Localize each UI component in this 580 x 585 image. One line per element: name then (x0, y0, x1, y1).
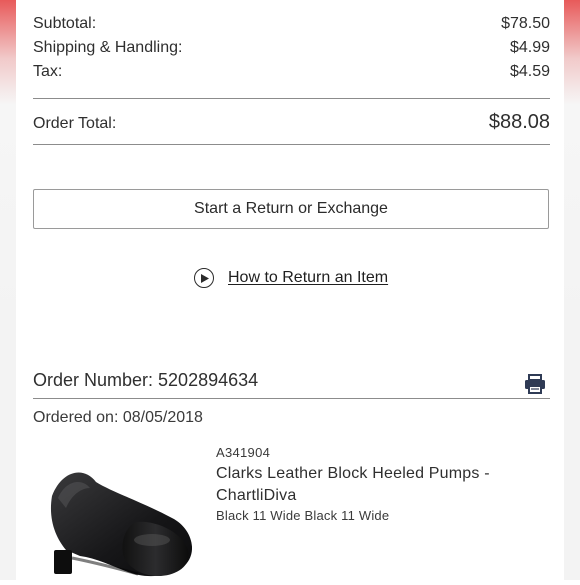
product-variant: Black 11 Wide Black 11 Wide (216, 508, 390, 523)
start-return-button[interactable]: Start a Return or Exchange (33, 189, 549, 229)
product-image[interactable] (32, 458, 193, 580)
printer-icon[interactable] (524, 374, 546, 394)
product-sku: A341904 (216, 445, 271, 460)
right-edge-decoration (564, 0, 580, 580)
total-divider (33, 144, 550, 145)
tax-row: Tax: $4.59 (33, 63, 550, 81)
play-circle-icon[interactable] (194, 268, 214, 288)
order-details-panel: Subtotal: $78.50 Shipping & Handling: $4… (16, 0, 564, 580)
order-total-row: Order Total: $88.08 (33, 111, 550, 134)
subtotal-label: Subtotal: (33, 15, 97, 32)
summary-divider (33, 98, 550, 99)
product-name-link[interactable]: Clarks Leather Block Heeled Pumps - Char… (216, 463, 536, 507)
left-edge-decoration (0, 0, 16, 580)
tax-value: $4.59 (509, 63, 550, 80)
shipping-value: $4.99 (509, 39, 550, 56)
shipping-label: Shipping & Handling: (33, 39, 183, 56)
subtotal-row: Subtotal: $78.50 (33, 15, 550, 33)
tax-label: Tax: (33, 63, 63, 80)
shipping-row: Shipping & Handling: $4.99 (33, 39, 550, 57)
ordered-on-date: Ordered on: 08/05/2018 (33, 409, 203, 426)
order-number-heading: Order Number: 5202894634 (33, 370, 259, 390)
how-to-return-link[interactable]: How to Return an Item (228, 269, 388, 287)
order-number-divider (33, 398, 550, 399)
order-total-value: $88.08 (488, 111, 550, 133)
order-total-label: Order Total: (33, 115, 117, 132)
how-to-return-link-group[interactable]: How to Return an Item (194, 268, 388, 288)
subtotal-value: $78.50 (501, 15, 550, 32)
